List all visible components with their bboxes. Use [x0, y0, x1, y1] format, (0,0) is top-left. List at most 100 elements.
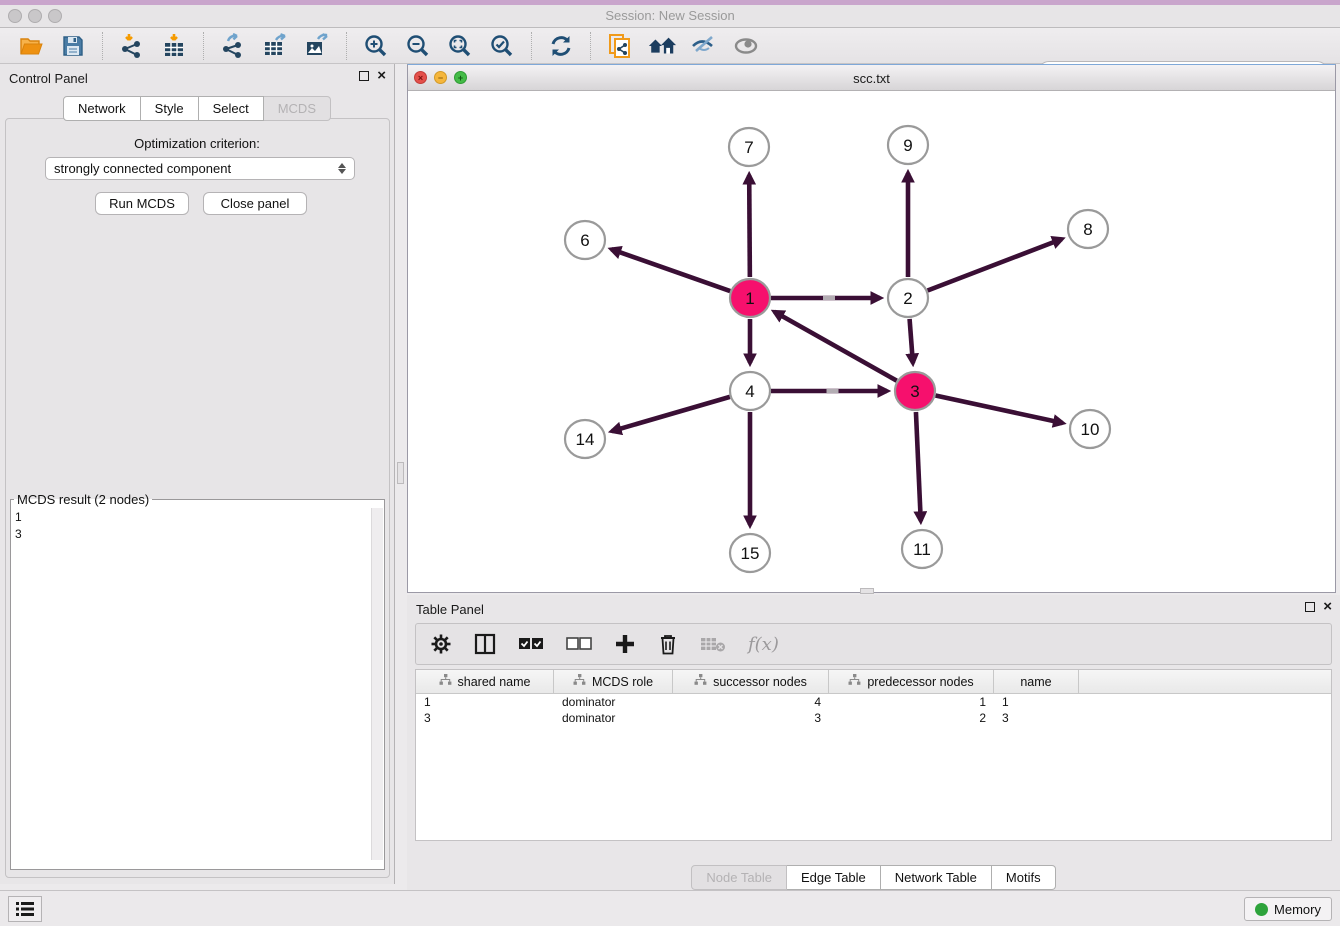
network-graph-canvas[interactable]: 7968124314101511 — [408, 91, 1335, 592]
table-panel-header: Table Panel × — [407, 595, 1340, 623]
node-label-1: 1 — [745, 289, 754, 308]
run-mcds-button[interactable]: Run MCDS — [95, 192, 189, 215]
column-header-shared-name[interactable]: shared name — [416, 670, 554, 693]
column-header-MCDS-role[interactable]: MCDS role — [554, 670, 673, 693]
toolbar-separator — [590, 32, 591, 60]
table-row[interactable]: 1dominator411 — [416, 694, 1331, 710]
delete-table-icon — [700, 635, 726, 653]
node-label-7: 7 — [744, 138, 753, 157]
toolbar-separator — [102, 32, 103, 60]
column-header-predecessor-nodes[interactable]: predecessor nodes — [829, 670, 994, 693]
close-panel-icon[interactable]: × — [377, 71, 386, 81]
add-row-icon[interactable] — [614, 633, 636, 655]
columns-icon[interactable] — [474, 633, 496, 655]
node-label-9: 9 — [903, 136, 912, 155]
tab-edge-table[interactable]: Edge Table — [787, 865, 881, 890]
table-row[interactable]: 3dominator323 — [416, 710, 1331, 726]
table-panel-title: Table Panel — [416, 602, 484, 617]
cell: 1 — [416, 694, 554, 710]
mcds-result-box: MCDS result (2 nodes) 1 3 — [10, 492, 385, 870]
criterion-dropdown[interactable]: strongly connected component — [45, 157, 355, 180]
control-panel-tabs: Network Style Select MCDS — [0, 96, 394, 121]
close-table-panel-icon[interactable]: × — [1323, 602, 1332, 612]
zoom-fit-icon[interactable] — [445, 32, 475, 60]
clone-network-icon[interactable] — [605, 32, 635, 60]
select-all-icon[interactable] — [518, 637, 544, 651]
home-icon[interactable] — [647, 32, 677, 60]
memory-button[interactable]: Memory — [1244, 897, 1332, 921]
column-header-successor-nodes[interactable]: successor nodes — [673, 670, 829, 693]
edge-3-1[interactable] — [774, 312, 896, 381]
save-session-icon[interactable] — [58, 32, 88, 60]
function-builder-icon: f(x) — [748, 634, 779, 655]
tab-network-table[interactable]: Network Table — [881, 865, 992, 890]
zoom-out-icon[interactable] — [403, 32, 433, 60]
open-session-icon[interactable] — [16, 32, 46, 60]
node-label-8: 8 — [1083, 220, 1092, 239]
export-table-icon[interactable] — [260, 32, 290, 60]
table-header-row[interactable]: shared name MCDS role successor nodes prede… — [416, 670, 1331, 694]
horizontal-splitter-grip[interactable] — [860, 588, 874, 594]
column-label: shared name — [458, 675, 531, 689]
memory-label: Memory — [1274, 902, 1321, 917]
show-panels-icon[interactable] — [731, 32, 761, 60]
tab-style[interactable]: Style — [141, 96, 199, 121]
node-label-6: 6 — [580, 231, 589, 250]
node-label-10: 10 — [1081, 420, 1100, 439]
column-header-name[interactable]: name — [994, 670, 1079, 693]
tab-select[interactable]: Select — [199, 96, 264, 121]
toolbar-separator — [531, 32, 532, 60]
hide-panels-icon[interactable] — [689, 32, 719, 60]
cell: 2 — [829, 710, 994, 726]
column-label: MCDS role — [592, 675, 653, 689]
import-network-icon[interactable] — [117, 32, 147, 60]
vertical-splitter-grip[interactable] — [397, 462, 404, 484]
float-table-panel-icon[interactable] — [1305, 602, 1315, 612]
tree-icon — [573, 674, 586, 689]
edge-2-3[interactable] — [910, 319, 913, 363]
control-panel-title: Control Panel — [9, 71, 88, 86]
cell: 1 — [994, 694, 1079, 710]
edge-2-8[interactable] — [928, 239, 1062, 290]
close-panel-button[interactable]: Close panel — [203, 192, 307, 215]
table-rows[interactable]: 1dominator4113dominator323 — [416, 694, 1331, 726]
app-titlebar: Session: New Session — [0, 0, 1340, 28]
edge-3-10[interactable] — [936, 395, 1063, 423]
node-label-3: 3 — [910, 382, 919, 401]
dropdown-arrows-icon — [338, 163, 346, 174]
node-table[interactable]: shared name MCDS role successor nodes prede… — [415, 669, 1332, 841]
edge-label-tick — [823, 296, 835, 300]
tab-mcds[interactable]: MCDS — [264, 96, 331, 121]
network-window-titlebar[interactable]: × − + scc.txt — [408, 65, 1335, 91]
deselect-all-icon[interactable] — [566, 637, 592, 651]
export-image-icon[interactable] — [302, 32, 332, 60]
tree-icon — [848, 674, 861, 689]
edge-3-11[interactable] — [916, 412, 921, 521]
gear-icon[interactable] — [430, 633, 452, 655]
task-history-button[interactable] — [8, 896, 42, 922]
delete-row-icon[interactable] — [658, 633, 678, 655]
cell: 1 — [829, 694, 994, 710]
tab-network[interactable]: Network — [63, 96, 141, 121]
edge-1-7[interactable] — [749, 175, 750, 277]
tab-node-table[interactable]: Node Table — [691, 865, 787, 890]
refresh-icon[interactable] — [546, 32, 576, 60]
mcds-result-title: MCDS result (2 nodes) — [14, 492, 152, 507]
cell: 4 — [673, 694, 829, 710]
result-scrollbar[interactable] — [371, 508, 383, 860]
node-label-4: 4 — [745, 382, 754, 401]
memory-status-icon — [1255, 903, 1268, 916]
zoom-selected-icon[interactable] — [487, 32, 517, 60]
import-table-icon[interactable] — [159, 32, 189, 60]
criterion-value: strongly connected component — [54, 161, 338, 176]
float-panel-icon[interactable] — [359, 71, 369, 81]
column-label: successor nodes — [713, 675, 807, 689]
desktop-strip — [0, 0, 1340, 5]
edge-1-6[interactable] — [611, 249, 730, 291]
session-title: Session: New Session — [0, 8, 1340, 23]
tree-icon — [439, 674, 452, 689]
tab-motifs[interactable]: Motifs — [992, 865, 1056, 890]
export-network-icon[interactable] — [218, 32, 248, 60]
zoom-in-icon[interactable] — [361, 32, 391, 60]
edge-4-14[interactable] — [612, 397, 730, 431]
